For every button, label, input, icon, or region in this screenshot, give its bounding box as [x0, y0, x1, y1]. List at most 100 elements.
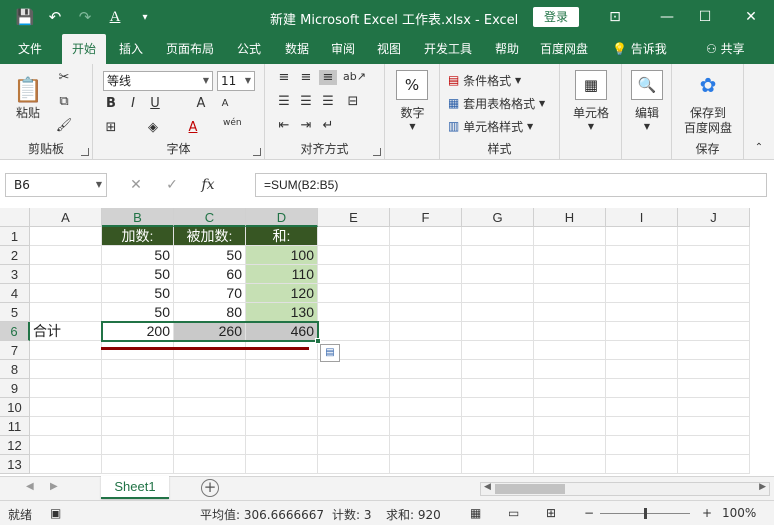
cell-h13[interactable] — [534, 455, 606, 474]
fill-color-icon[interactable]: ◈ — [145, 120, 161, 135]
cell-e1[interactable] — [318, 227, 390, 246]
normal-view-icon[interactable]: ▦ — [470, 506, 481, 520]
increase-indent-icon[interactable]: ⇥ — [297, 118, 315, 133]
row-header-8[interactable]: 8 — [0, 360, 30, 379]
cell-d7[interactable] — [246, 341, 318, 360]
cell-i8[interactable] — [606, 360, 678, 379]
cell-i4[interactable] — [606, 284, 678, 303]
undo-icon[interactable]: ↶ — [44, 6, 66, 28]
cell-g7[interactable] — [462, 341, 534, 360]
scroll-thumb[interactable] — [495, 484, 565, 494]
cell-g13[interactable] — [462, 455, 534, 474]
cell-e11[interactable] — [318, 417, 390, 436]
cell-d1[interactable]: 和: — [246, 227, 318, 246]
tab-data[interactable]: 数据 — [276, 34, 318, 64]
column-header-a[interactable]: A — [30, 208, 102, 227]
column-header-e[interactable]: E — [318, 208, 390, 227]
italic-icon[interactable]: I — [125, 96, 141, 111]
cell-b5[interactable]: 50 — [102, 303, 174, 322]
prev-sheet-icon[interactable]: ◀ — [26, 481, 34, 492]
cell-i3[interactable] — [606, 265, 678, 284]
cell-j3[interactable] — [678, 265, 750, 284]
cell-f2[interactable] — [390, 246, 462, 265]
cell-d8[interactable] — [246, 360, 318, 379]
phonetic-guide-icon[interactable]: wén — [223, 118, 242, 128]
cells-button[interactable]: 单元格 — [560, 104, 622, 120]
row-header-3[interactable]: 3 — [0, 265, 30, 284]
top-align-icon[interactable]: ≡ — [275, 70, 293, 85]
cell-styles-button[interactable]: ▥ 单元格样式 ▼ — [448, 116, 533, 136]
tell-me-search[interactable]: 💡 告诉我 — [612, 34, 667, 64]
quick-analysis-icon[interactable]: ▤ — [320, 344, 340, 362]
name-box[interactable]: B6 ▼ — [5, 173, 107, 197]
scroll-right-icon[interactable]: ▶ — [759, 482, 766, 492]
cell-b13[interactable] — [102, 455, 174, 474]
cell-c6[interactable]: 260 — [174, 322, 246, 341]
cell-i5[interactable] — [606, 303, 678, 322]
cancel-icon[interactable]: ✕ — [118, 177, 154, 193]
cell-i7[interactable] — [606, 341, 678, 360]
cell-f5[interactable] — [390, 303, 462, 322]
cell-j4[interactable] — [678, 284, 750, 303]
cell-d3[interactable]: 110 — [246, 265, 318, 284]
column-header-j[interactable]: J — [678, 208, 750, 227]
cell-e2[interactable] — [318, 246, 390, 265]
find-icon[interactable]: 🔍 — [631, 70, 663, 100]
cell-c3[interactable]: 60 — [174, 265, 246, 284]
tab-home[interactable]: 开始 — [62, 34, 106, 64]
cell-h4[interactable] — [534, 284, 606, 303]
cell-h9[interactable] — [534, 379, 606, 398]
enter-icon[interactable]: ✓ — [154, 177, 190, 193]
cell-j8[interactable] — [678, 360, 750, 379]
cell-j5[interactable] — [678, 303, 750, 322]
cell-h11[interactable] — [534, 417, 606, 436]
cell-g6[interactable] — [462, 322, 534, 341]
cells-icon[interactable]: ▦ — [575, 70, 607, 100]
cell-a2[interactable] — [30, 246, 102, 265]
cell-a1[interactable] — [30, 227, 102, 246]
cell-b2[interactable]: 50 — [102, 246, 174, 265]
add-sheet-button[interactable]: + — [201, 479, 219, 497]
cell-i6[interactable] — [606, 322, 678, 341]
cell-g8[interactable] — [462, 360, 534, 379]
align-center-icon[interactable]: ☰ — [297, 94, 315, 109]
row-header-10[interactable]: 10 — [0, 398, 30, 417]
horizontal-scrollbar[interactable]: ◀ ▶ — [480, 482, 770, 496]
cell-f6[interactable] — [390, 322, 462, 341]
row-header-4[interactable]: 4 — [0, 284, 30, 303]
tab-file[interactable]: 文件 — [8, 34, 52, 64]
cell-c4[interactable]: 70 — [174, 284, 246, 303]
cell-g1[interactable] — [462, 227, 534, 246]
column-header-g[interactable]: G — [462, 208, 534, 227]
column-header-d[interactable]: D — [246, 208, 318, 227]
cell-g2[interactable] — [462, 246, 534, 265]
cell-b12[interactable] — [102, 436, 174, 455]
format-as-table-button[interactable]: ▦ 套用表格格式 ▼ — [448, 93, 545, 113]
bottom-align-icon[interactable]: ≡ — [319, 70, 337, 85]
formula-input[interactable]: =SUM(B2:B5) — [255, 173, 767, 197]
cell-h10[interactable] — [534, 398, 606, 417]
cell-b9[interactable] — [102, 379, 174, 398]
editing-button[interactable]: 编辑 — [622, 104, 672, 120]
align-right-icon[interactable]: ☰ — [319, 94, 337, 109]
cell-a3[interactable] — [30, 265, 102, 284]
paste-button[interactable]: 📋 粘贴 — [8, 70, 48, 126]
cell-e10[interactable] — [318, 398, 390, 417]
cell-a13[interactable] — [30, 455, 102, 474]
borders-icon[interactable]: ⊞ — [103, 120, 119, 135]
cell-e4[interactable] — [318, 284, 390, 303]
cell-b6[interactable]: 200 — [102, 322, 174, 341]
decrease-indent-icon[interactable]: ⇤ — [275, 118, 293, 133]
percent-icon[interactable]: % — [396, 70, 428, 100]
tab-view[interactable]: 视图 — [368, 34, 410, 64]
cell-j1[interactable] — [678, 227, 750, 246]
cell-j9[interactable] — [678, 379, 750, 398]
cell-b3[interactable]: 50 — [102, 265, 174, 284]
column-header-c[interactable]: C — [174, 208, 246, 227]
bold-icon[interactable]: B — [103, 96, 119, 111]
next-sheet-icon[interactable]: ▶ — [50, 481, 58, 492]
cell-i13[interactable] — [606, 455, 678, 474]
select-all-corner[interactable] — [0, 208, 30, 227]
cell-g4[interactable] — [462, 284, 534, 303]
cell-g10[interactable] — [462, 398, 534, 417]
